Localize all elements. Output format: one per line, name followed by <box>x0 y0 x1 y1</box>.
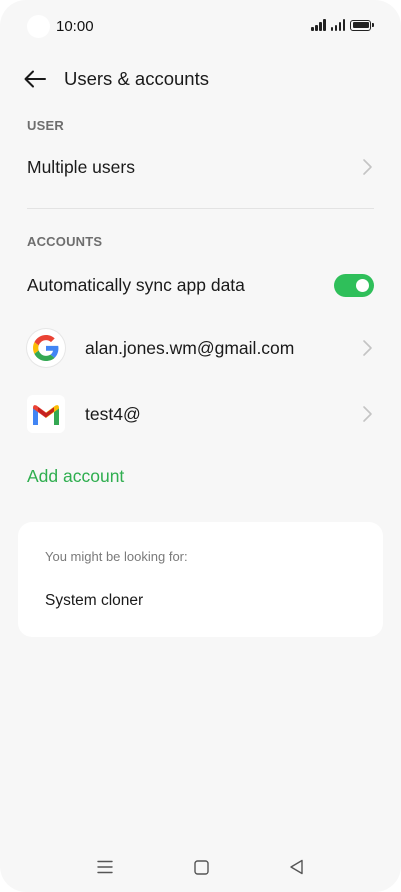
section-label-user: USER <box>27 118 64 133</box>
account-item-google[interactable]: alan.jones.wm@gmail.com <box>0 323 401 373</box>
page-title: Users & accounts <box>64 68 209 89</box>
home-icon <box>193 859 209 875</box>
account-label: test4@ <box>85 403 141 424</box>
toggle-knob <box>356 278 369 292</box>
multiple-users-label: Multiple users <box>27 156 135 177</box>
battery-icon <box>350 19 374 31</box>
auto-sync-label: Automatically sync app data <box>27 274 245 295</box>
suggestions-heading: You might be looking for: <box>45 549 188 564</box>
home-button[interactable] <box>186 854 216 880</box>
status-icons <box>311 19 374 31</box>
suggestions-card: You might be looking for: System cloner <box>18 522 383 637</box>
back-button[interactable] <box>20 65 50 93</box>
auto-sync-toggle[interactable] <box>334 273 374 297</box>
chevron-right-icon <box>363 159 372 175</box>
multiple-users-item[interactable]: Multiple users <box>0 145 401 189</box>
google-icon <box>27 329 65 367</box>
suggestion-system-cloner[interactable]: System cloner <box>45 592 143 610</box>
divider <box>27 208 374 209</box>
back-icon <box>289 859 303 875</box>
phone-screen: 10:00 Users & accounts USER Multiple use… <box>0 0 401 892</box>
signal-icon <box>330 19 345 31</box>
app-header: Users & accounts <box>0 56 401 102</box>
recent-apps-button[interactable] <box>90 854 120 880</box>
front-camera <box>27 15 50 38</box>
gmail-icon <box>27 395 65 433</box>
signal-icon <box>311 19 326 31</box>
chevron-right-icon <box>363 406 372 422</box>
nav-back-button[interactable] <box>281 854 311 880</box>
navigation-bar <box>0 846 401 892</box>
menu-icon <box>97 860 113 874</box>
account-email-label: alan.jones.wm@gmail.com <box>85 337 295 358</box>
section-label-accounts: ACCOUNTS <box>27 234 103 249</box>
add-account-button[interactable]: Add account <box>27 466 124 487</box>
status-bar: 10:00 <box>0 0 401 54</box>
chevron-right-icon <box>363 340 372 356</box>
account-item-gmail[interactable]: test4@ <box>0 389 401 439</box>
status-time: 10:00 <box>56 18 94 35</box>
auto-sync-item[interactable]: Automatically sync app data <box>0 263 401 307</box>
arrow-left-icon <box>24 70 46 88</box>
